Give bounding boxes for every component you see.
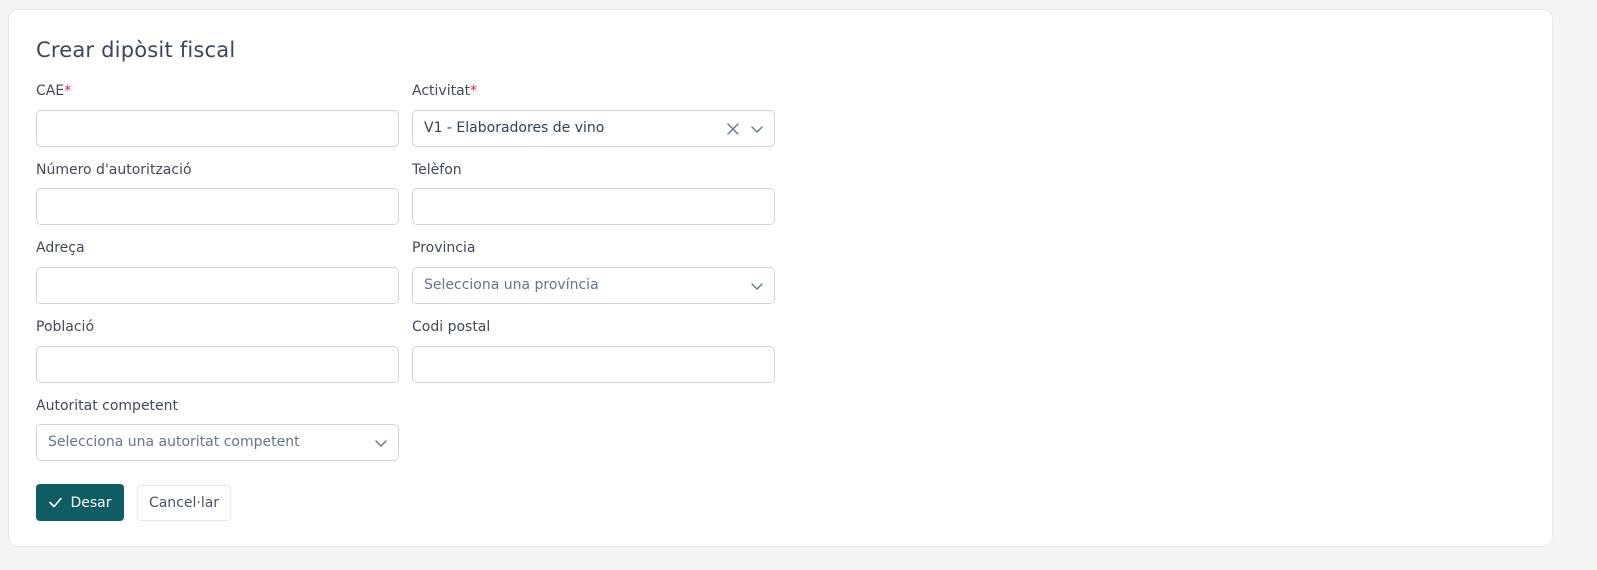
cae-input[interactable] <box>37 111 398 146</box>
codi-postal-field[interactable] <box>412 346 775 383</box>
autoritat-competent-label: Autoritat competent <box>36 398 179 414</box>
cae-field[interactable] <box>36 110 399 147</box>
required-marker: * <box>64 83 72 99</box>
cae-label-text: CAE <box>36 83 65 99</box>
poblacio-input[interactable] <box>37 347 398 382</box>
close-icon[interactable] <box>726 122 740 136</box>
chevron-down-icon[interactable] <box>750 279 764 293</box>
poblacio-field[interactable] <box>36 346 399 383</box>
numero-autoritzacio-field[interactable] <box>36 188 399 225</box>
autoritat-competent-select[interactable]: Selecciona una autoritat competent <box>36 424 399 461</box>
cancel-button[interactable]: Cancel·lar <box>137 485 231 521</box>
provincia-placeholder: Selecciona una província <box>424 277 599 293</box>
telefon-field[interactable] <box>412 188 775 225</box>
cae-label: CAE* <box>36 83 71 99</box>
provincia-select[interactable]: Selecciona una província <box>412 267 775 304</box>
activitat-select[interactable]: V1 - Elaboradores de vino <box>412 110 775 147</box>
poblacio-label: Població <box>36 319 95 335</box>
adreca-input[interactable] <box>37 268 398 303</box>
telefon-input[interactable] <box>413 189 774 224</box>
activitat-label: Activitat* <box>412 83 477 99</box>
activitat-label-text: Activitat <box>412 83 471 99</box>
numero-autoritzacio-label: Número d'autorització <box>36 162 192 178</box>
check-icon <box>49 497 63 508</box>
required-marker: * <box>470 83 478 99</box>
save-button[interactable]: Desar <box>36 484 124 521</box>
codi-postal-input[interactable] <box>413 347 774 382</box>
provincia-label: Provincia <box>412 240 476 256</box>
page-title: Crear dipòsit fiscal <box>36 38 236 62</box>
numero-autoritzacio-input[interactable] <box>37 189 398 224</box>
form-card: Crear dipòsit fiscal CAE* Activitat* V1 … <box>8 9 1553 547</box>
telefon-label: Telèfon <box>412 162 462 178</box>
autoritat-competent-placeholder: Selecciona una autoritat competent <box>48 434 300 450</box>
chevron-down-icon[interactable] <box>750 122 764 136</box>
save-button-label: Desar <box>70 494 112 511</box>
adreca-label: Adreça <box>36 240 85 256</box>
codi-postal-label: Codi postal <box>412 319 491 335</box>
adreca-field[interactable] <box>36 267 399 304</box>
activitat-selected-value: V1 - Elaboradores de vino <box>424 120 605 136</box>
chevron-down-icon[interactable] <box>374 436 388 450</box>
